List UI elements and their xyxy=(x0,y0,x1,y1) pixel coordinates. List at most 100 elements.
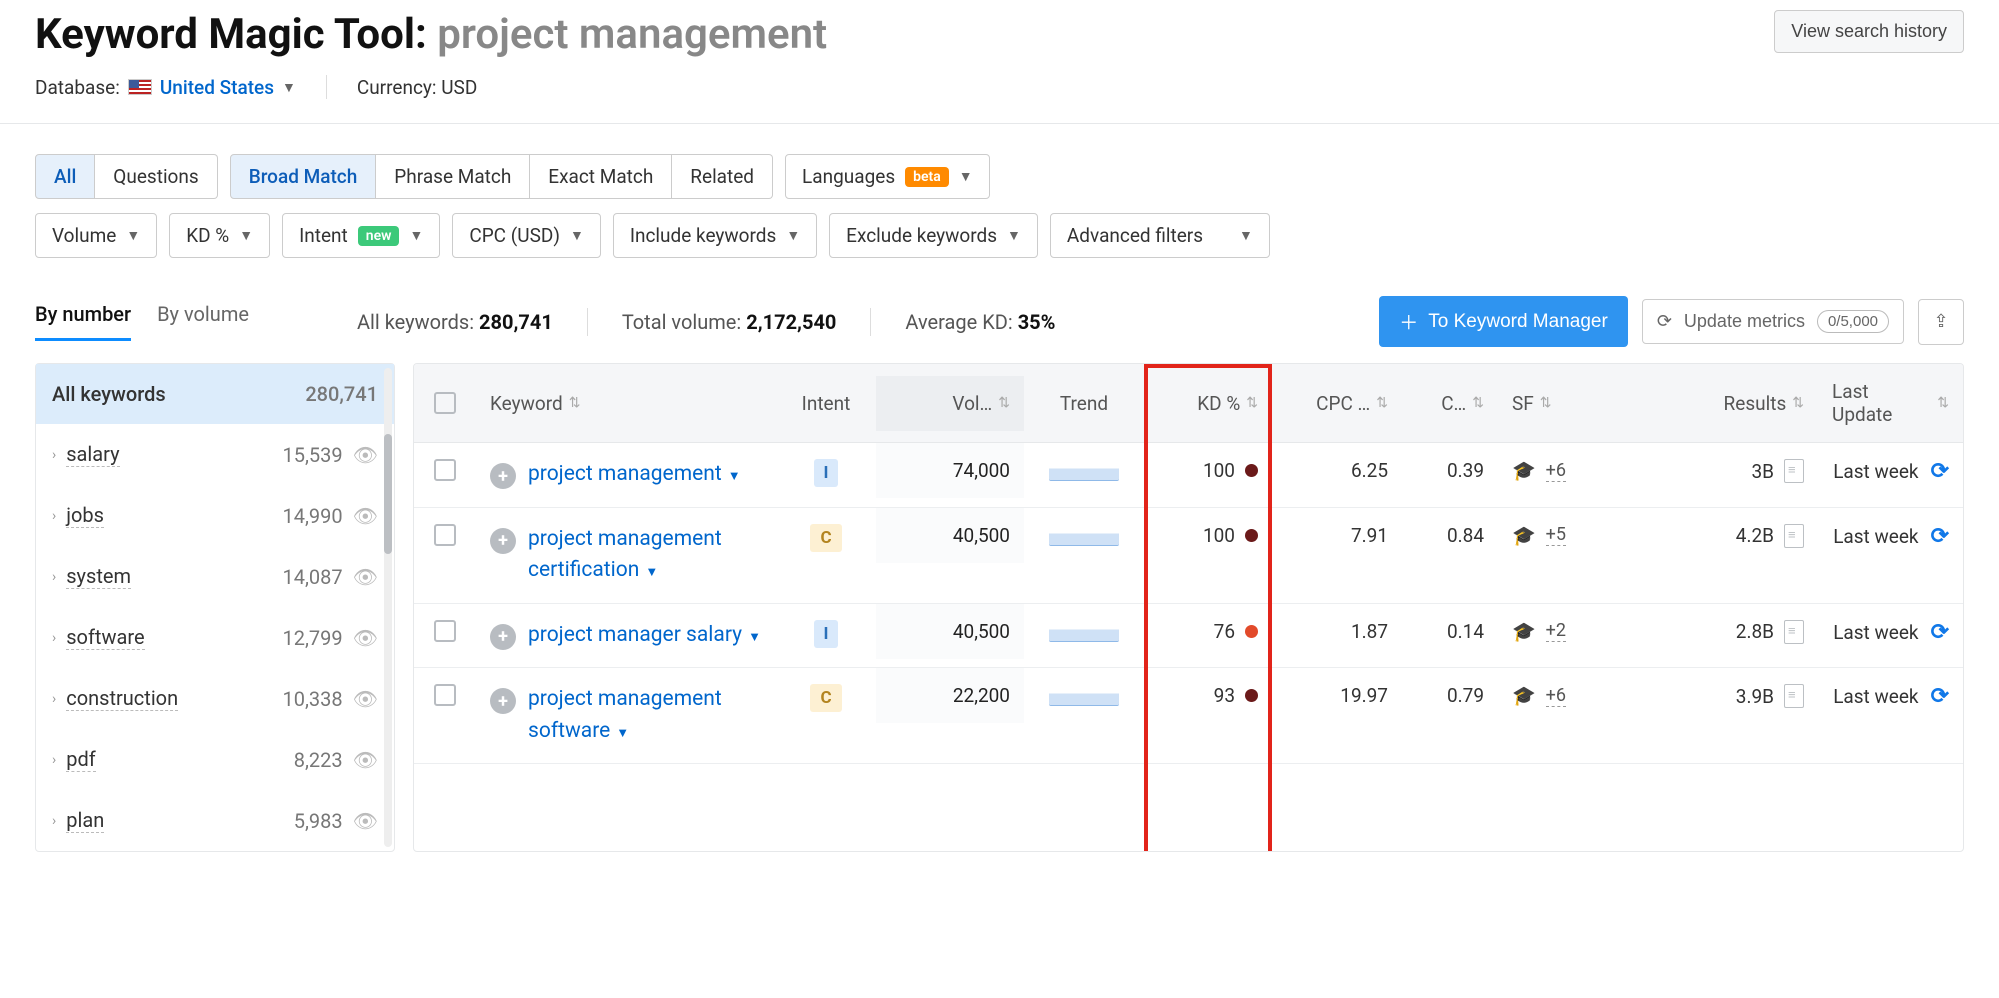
add-keyword-icon[interactable]: + xyxy=(490,463,516,489)
group-label: system xyxy=(66,564,131,589)
refresh-icon[interactable]: ⟳ xyxy=(1931,684,1949,709)
group-count: 15,539 xyxy=(282,443,342,467)
filter-volume[interactable]: Volume▼ xyxy=(35,213,157,258)
scope-all[interactable]: All xyxy=(35,154,95,199)
match-related[interactable]: Related xyxy=(672,154,773,199)
tab-by-number[interactable]: By number xyxy=(35,302,131,341)
chevron-right-icon: › xyxy=(52,813,56,829)
keyword-link[interactable]: project manager salary xyxy=(528,623,742,647)
refresh-icon[interactable]: ⟳ xyxy=(1931,524,1949,549)
caret-down-icon[interactable]: ▼ xyxy=(748,630,761,645)
cell-kd: 76 xyxy=(1214,620,1235,643)
chevron-down-icon: ▼ xyxy=(1239,227,1253,244)
keyword-link[interactable]: project management xyxy=(528,462,722,486)
sidebar-group-item[interactable]: ›plan 5,983👁 xyxy=(36,790,394,851)
sf-more[interactable]: +6 xyxy=(1546,685,1566,707)
th-trend[interactable]: Trend xyxy=(1024,376,1144,431)
eye-icon[interactable]: 👁 xyxy=(353,748,378,772)
sort-icon: ⇅ xyxy=(1937,395,1949,411)
sidebar-all-label: All keywords xyxy=(52,382,166,406)
export-button[interactable]: ⇪ xyxy=(1918,299,1964,345)
view-history-button[interactable]: View search history xyxy=(1774,10,1964,53)
row-checkbox[interactable] xyxy=(434,459,456,481)
caret-down-icon[interactable]: ▼ xyxy=(728,469,741,484)
sidebar-group-item[interactable]: ›construction 10,338👁 xyxy=(36,668,394,729)
serp-icon[interactable] xyxy=(1784,524,1804,548)
th-intent[interactable]: Intent xyxy=(776,376,876,431)
sidebar-all-keywords[interactable]: All keywords 280,741 xyxy=(36,364,394,424)
caret-down-icon[interactable]: ▼ xyxy=(645,565,658,580)
th-kd[interactable]: KD %⇅ xyxy=(1144,376,1272,431)
sidebar-group-item[interactable]: ›salary 15,539👁 xyxy=(36,424,394,485)
group-count: 14,087 xyxy=(282,565,342,589)
scrollbar-thumb[interactable] xyxy=(384,434,392,554)
match-broad[interactable]: Broad Match xyxy=(230,154,377,199)
th-volume[interactable]: Vol…⇅ xyxy=(876,376,1024,431)
chevron-down-icon: ▼ xyxy=(959,168,973,185)
intent-badge: I xyxy=(814,459,839,487)
add-keyword-icon[interactable]: + xyxy=(490,528,516,554)
th-update[interactable]: Last Update⇅ xyxy=(1818,364,1963,442)
filter-exclude[interactable]: Exclude keywords▼ xyxy=(829,213,1038,258)
scope-questions[interactable]: Questions xyxy=(95,154,217,199)
kd-dot-icon xyxy=(1245,689,1258,702)
trend-sparkline xyxy=(1049,459,1119,481)
sidebar-group-item[interactable]: ›software 12,799👁 xyxy=(36,607,394,668)
new-badge: new xyxy=(358,226,400,246)
filter-include[interactable]: Include keywords▼ xyxy=(613,213,817,258)
eye-icon[interactable]: 👁 xyxy=(353,687,378,711)
match-phrase[interactable]: Phrase Match xyxy=(376,154,530,199)
keyword-link[interactable]: project management certification xyxy=(528,527,722,583)
table-row: + project management▼ I 74,000 100 6.25 … xyxy=(414,443,1963,508)
filter-intent[interactable]: Intentnew▼ xyxy=(282,213,440,258)
row-checkbox[interactable] xyxy=(434,684,456,706)
refresh-icon[interactable]: ⟳ xyxy=(1931,620,1949,645)
sf-more[interactable]: +6 xyxy=(1546,460,1566,482)
th-cd[interactable]: C…⇅ xyxy=(1402,376,1498,431)
sidebar-group-item[interactable]: ›jobs 14,990👁 xyxy=(36,485,394,546)
filter-kd[interactable]: KD %▼ xyxy=(169,213,270,258)
row-checkbox[interactable] xyxy=(434,620,456,642)
cell-volume: 74,000 xyxy=(876,443,1024,498)
chevron-right-icon: › xyxy=(52,691,56,707)
eye-icon[interactable]: 👁 xyxy=(353,809,378,833)
database-selector[interactable]: Database: United States ▼ xyxy=(35,76,296,99)
row-checkbox[interactable] xyxy=(434,524,456,546)
checkbox-all[interactable] xyxy=(434,392,456,414)
eye-icon[interactable]: 👁 xyxy=(353,443,378,467)
th-sf[interactable]: SF⇅ xyxy=(1498,376,1628,431)
chevron-right-icon: › xyxy=(52,508,56,524)
serp-icon[interactable] xyxy=(1784,620,1804,644)
trend-sparkline xyxy=(1049,524,1119,546)
languages-dropdown[interactable]: Languages beta ▼ xyxy=(785,154,990,199)
th-keyword[interactable]: Keyword⇅ xyxy=(476,376,776,431)
sf-more[interactable]: +5 xyxy=(1546,524,1566,546)
th-cpc[interactable]: CPC …⇅ xyxy=(1272,376,1402,431)
match-segment: Broad Match Phrase Match Exact Match Rel… xyxy=(230,154,773,199)
caret-down-icon[interactable]: ▼ xyxy=(616,726,629,741)
beta-badge: beta xyxy=(905,167,949,187)
sf-more[interactable]: +2 xyxy=(1546,620,1566,642)
stat-avg-kd: Average KD: 35% xyxy=(905,310,1055,334)
update-metrics-button[interactable]: ⟳ Update metrics 0/5,000 xyxy=(1642,299,1904,344)
group-count: 8,223 xyxy=(294,748,343,772)
eye-icon[interactable]: 👁 xyxy=(353,626,378,650)
serp-icon[interactable] xyxy=(1784,684,1804,708)
to-keyword-manager-button[interactable]: ＋ To Keyword Manager xyxy=(1379,296,1628,347)
group-label: construction xyxy=(66,686,178,711)
tab-by-volume[interactable]: By volume xyxy=(157,302,249,341)
divider xyxy=(870,308,871,336)
match-exact[interactable]: Exact Match xyxy=(530,154,672,199)
sidebar-group-item[interactable]: ›pdf 8,223👁 xyxy=(36,729,394,790)
eye-icon[interactable]: 👁 xyxy=(353,565,378,589)
serp-icon[interactable] xyxy=(1784,459,1804,483)
add-keyword-icon[interactable]: + xyxy=(490,624,516,650)
eye-icon[interactable]: 👁 xyxy=(353,504,378,528)
sidebar-group-item[interactable]: ›system 14,087👁 xyxy=(36,546,394,607)
th-checkbox[interactable] xyxy=(414,376,476,430)
th-results[interactable]: Results⇅ xyxy=(1628,376,1818,431)
filter-advanced[interactable]: Advanced filters▼ xyxy=(1050,213,1270,258)
add-keyword-icon[interactable]: + xyxy=(490,688,516,714)
refresh-icon[interactable]: ⟳ xyxy=(1931,459,1949,484)
filter-cpc[interactable]: CPC (USD)▼ xyxy=(452,213,600,258)
